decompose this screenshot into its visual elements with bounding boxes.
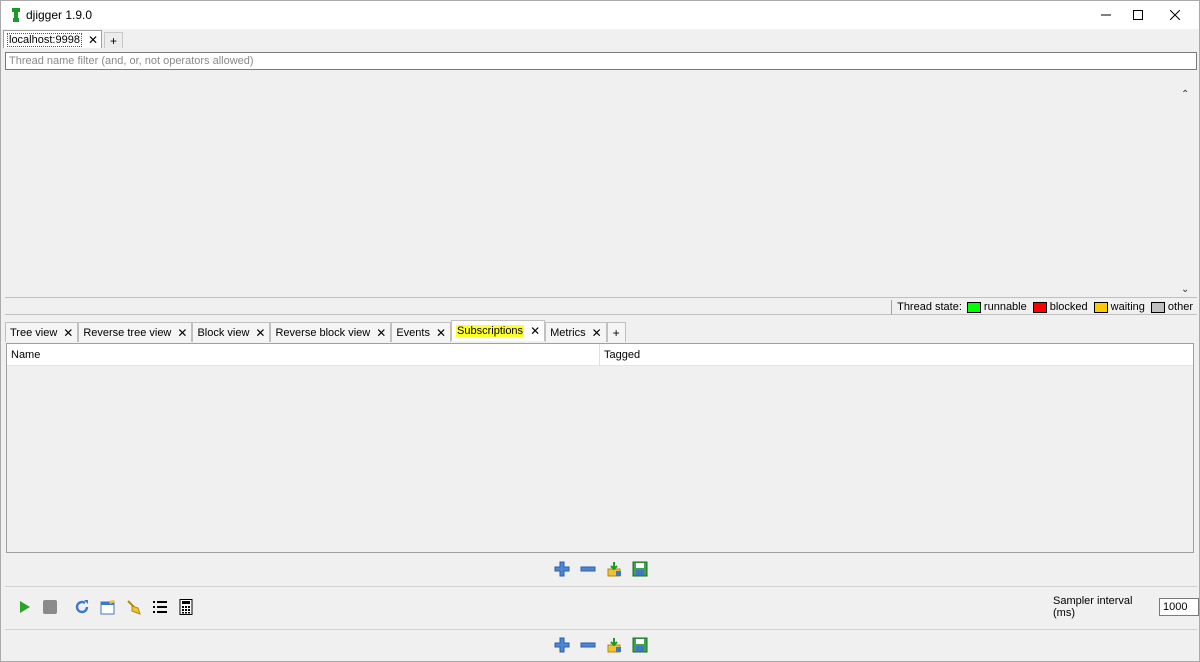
legend-other: other bbox=[1167, 301, 1193, 313]
close-icon bbox=[1170, 10, 1180, 20]
play-icon bbox=[20, 601, 30, 613]
calculator-button[interactable] bbox=[176, 597, 196, 617]
tab-label: Tree view bbox=[10, 326, 58, 339]
divider bbox=[5, 586, 1197, 587]
add-button[interactable] bbox=[552, 635, 572, 655]
plus-icon bbox=[554, 637, 570, 653]
clean-icon bbox=[127, 600, 141, 615]
legend-waiting: waiting bbox=[1110, 301, 1145, 313]
minimize-icon bbox=[1101, 14, 1111, 16]
tab-events[interactable]: Events ✕ bbox=[391, 322, 452, 342]
thread-state-label: Thread state: bbox=[897, 301, 962, 313]
tab-block-view[interactable]: Block view ✕ bbox=[192, 322, 271, 342]
edit-icon bbox=[100, 600, 115, 615]
sampler-interval-label: Sampler interval (ms) bbox=[1053, 595, 1133, 619]
thread-state-legend: Thread state: runnable blocked waiting o… bbox=[891, 299, 1193, 315]
tab-close-icon[interactable]: ✕ bbox=[592, 326, 602, 340]
tab-close-icon[interactable]: ✕ bbox=[177, 326, 187, 340]
edit-button[interactable] bbox=[98, 597, 118, 617]
import-subscription-button[interactable] bbox=[604, 559, 624, 579]
add-subscription-button[interactable] bbox=[552, 559, 572, 579]
tab-label: Subscriptions bbox=[456, 325, 525, 337]
import-icon bbox=[607, 638, 621, 653]
tab-label: Metrics bbox=[550, 326, 586, 339]
stop-sampling-button[interactable] bbox=[40, 597, 60, 617]
table-header: Name Tagged bbox=[7, 344, 1193, 366]
add-connection-button[interactable]: + bbox=[104, 32, 124, 48]
tab-close-icon[interactable]: ✕ bbox=[88, 33, 98, 47]
save-subscription-button[interactable] bbox=[630, 559, 650, 579]
start-sampling-button[interactable] bbox=[14, 597, 34, 617]
scroll-down-icon[interactable]: ⌄ bbox=[1181, 284, 1189, 295]
tab-reverse-block-view[interactable]: Reverse block view ✕ bbox=[270, 322, 392, 342]
calculator-icon bbox=[179, 599, 193, 615]
divider bbox=[5, 629, 1197, 630]
tab-metrics[interactable]: Metrics ✕ bbox=[545, 322, 607, 342]
save-button[interactable] bbox=[630, 635, 650, 655]
blocked-swatch bbox=[1032, 301, 1047, 313]
column-header-name[interactable]: Name bbox=[7, 344, 600, 366]
app-window: djigger 1.9.0 localhost:9998 ✕ + ⌃ ⌄ Thr… bbox=[0, 0, 1200, 662]
tab-close-icon[interactable]: ✕ bbox=[63, 326, 73, 340]
thread-name-filter-input[interactable] bbox=[5, 52, 1197, 70]
connection-tab-bar: localhost:9998 ✕ + bbox=[3, 30, 124, 48]
save-icon bbox=[632, 561, 648, 577]
tab-localhost[interactable]: localhost:9998 ✕ bbox=[3, 30, 103, 48]
scroll-up-icon[interactable]: ⌃ bbox=[1181, 89, 1189, 100]
legend-divider bbox=[891, 300, 893, 314]
runnable-swatch bbox=[966, 301, 981, 313]
waiting-swatch bbox=[1093, 301, 1108, 313]
close-button[interactable] bbox=[1152, 1, 1198, 29]
clean-button[interactable] bbox=[124, 597, 144, 617]
remove-button[interactable] bbox=[578, 635, 598, 655]
subscriptions-table: Name Tagged bbox=[6, 343, 1194, 553]
tab-close-icon[interactable]: ✕ bbox=[255, 326, 265, 340]
add-view-button[interactable]: + bbox=[606, 322, 626, 342]
app-logo-icon bbox=[12, 8, 20, 22]
refresh-icon bbox=[75, 600, 89, 614]
column-header-tagged[interactable]: Tagged bbox=[600, 344, 1193, 366]
sampler-interval-group: Sampler interval (ms) bbox=[1053, 595, 1199, 619]
tab-label: Events bbox=[396, 326, 430, 339]
minus-icon bbox=[580, 642, 596, 648]
remove-subscription-button[interactable] bbox=[578, 559, 598, 579]
other-swatch bbox=[1150, 301, 1165, 313]
subscription-toolbar bbox=[549, 559, 653, 579]
plus-icon bbox=[554, 561, 570, 577]
list-button[interactable] bbox=[150, 597, 170, 617]
view-tab-bar: Tree view ✕ Reverse tree view ✕ Block vi… bbox=[5, 320, 626, 342]
title-bar: djigger 1.9.0 bbox=[1, 1, 1199, 29]
stop-icon bbox=[43, 600, 57, 614]
tab-label: Reverse block view bbox=[275, 326, 371, 339]
legend-blocked: blocked bbox=[1049, 301, 1088, 313]
tab-close-icon[interactable]: ✕ bbox=[436, 326, 446, 340]
minus-icon bbox=[580, 566, 596, 572]
save-icon bbox=[632, 637, 648, 653]
bottom-toolbar bbox=[549, 635, 653, 655]
tab-close-icon[interactable]: ✕ bbox=[376, 326, 386, 340]
tab-label: Reverse tree view bbox=[83, 326, 172, 339]
refresh-button[interactable] bbox=[72, 597, 92, 617]
window-title: djigger 1.9.0 bbox=[26, 8, 93, 22]
list-icon bbox=[153, 601, 167, 613]
tab-tree-view[interactable]: Tree view ✕ bbox=[5, 322, 79, 342]
tab-label: Block view bbox=[197, 326, 250, 339]
thread-panel bbox=[5, 71, 1197, 297]
thread-state-bar: Thread state: runnable blocked waiting o… bbox=[5, 297, 1197, 315]
tab-close-icon[interactable]: ✕ bbox=[530, 324, 540, 338]
tab-label: localhost:9998 bbox=[7, 32, 82, 47]
import-icon bbox=[607, 562, 621, 577]
tab-reverse-tree-view[interactable]: Reverse tree view ✕ bbox=[78, 322, 193, 342]
import-button[interactable] bbox=[604, 635, 624, 655]
main-toolbar bbox=[11, 597, 199, 617]
tab-subscriptions[interactable]: Subscriptions ✕ bbox=[451, 320, 546, 341]
sampler-interval-input[interactable] bbox=[1159, 598, 1199, 616]
maximize-icon bbox=[1133, 10, 1143, 20]
legend-runnable: runnable bbox=[983, 301, 1027, 313]
